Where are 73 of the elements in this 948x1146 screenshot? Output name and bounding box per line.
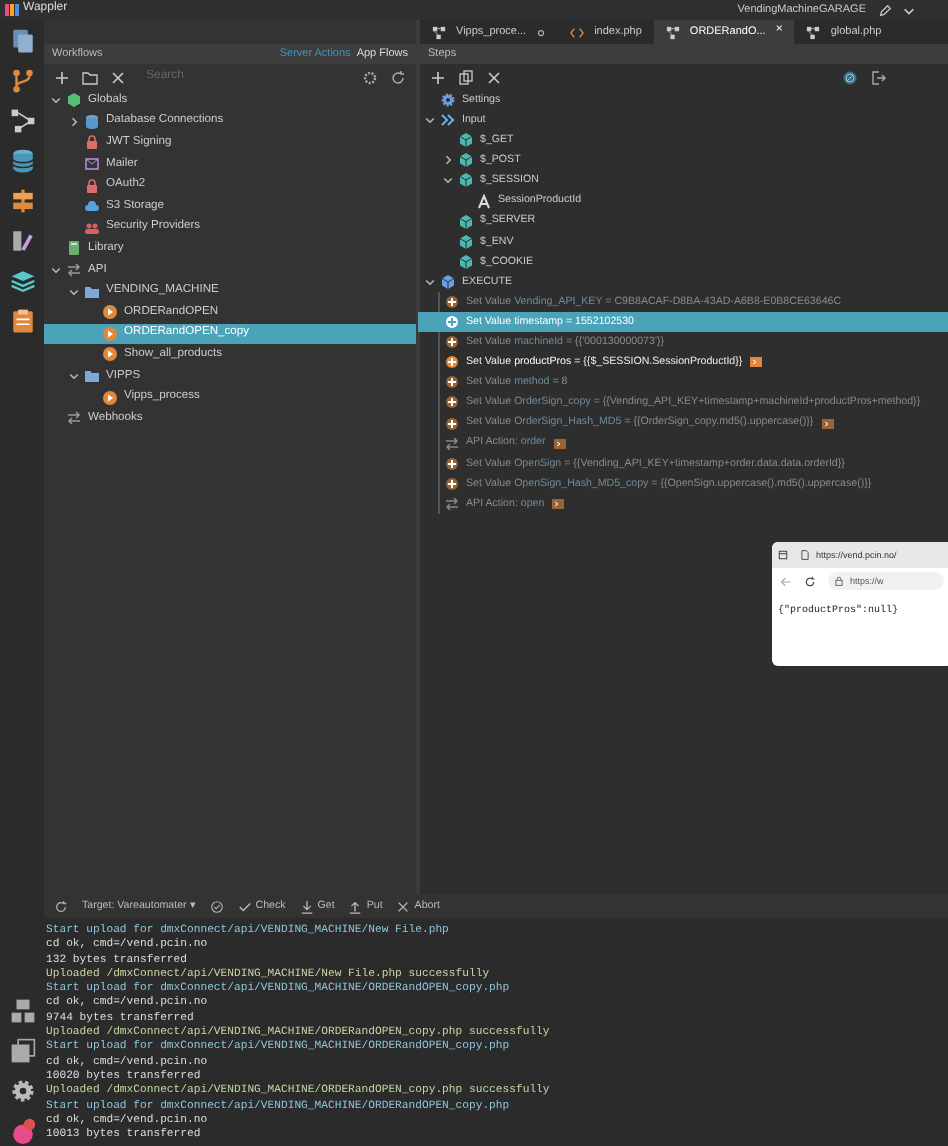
tab-icon	[778, 550, 788, 560]
mail-icon	[84, 156, 100, 173]
files-icon[interactable]	[9, 28, 35, 54]
chevron-down-icon[interactable]	[68, 370, 80, 383]
chevron-right-icon[interactable]	[68, 115, 80, 128]
close-icon[interactable]	[110, 69, 126, 85]
database-icon[interactable]	[9, 148, 35, 174]
add-icon[interactable]	[430, 69, 446, 85]
chevron-down-icon[interactable]	[442, 174, 454, 187]
play-icon	[102, 304, 118, 321]
folder-icon	[84, 283, 100, 300]
cloud-icon	[84, 198, 100, 215]
cube-icon	[458, 152, 474, 169]
signpost-icon[interactable]	[9, 188, 35, 214]
add-icon[interactable]	[54, 69, 70, 85]
lock-icon	[834, 576, 844, 586]
flow-icon	[665, 25, 680, 39]
image-stack-icon[interactable]	[9, 1038, 35, 1064]
arrows-icon	[444, 435, 460, 452]
check-circle-icon[interactable]	[209, 899, 224, 913]
users-icon	[84, 219, 100, 236]
database-icon	[84, 113, 100, 130]
chevron-down-icon[interactable]	[68, 285, 80, 298]
arrows-icon	[444, 495, 460, 512]
cube-icon	[440, 273, 456, 290]
disable-icon[interactable]	[842, 69, 858, 85]
folder-icon	[84, 368, 100, 385]
branch-icon[interactable]	[9, 68, 35, 94]
upload-icon	[348, 899, 363, 913]
cube-icon	[458, 233, 474, 250]
app-icon[interactable]	[9, 1118, 35, 1144]
chevron-down-icon[interactable]	[902, 3, 916, 17]
play-icon	[102, 325, 118, 342]
flow-icon	[432, 25, 446, 39]
copy-icon[interactable]	[458, 69, 474, 85]
arrows-icon	[66, 262, 82, 279]
play-icon	[102, 346, 118, 363]
book-icon	[66, 240, 82, 257]
chevron-right-icon[interactable]	[442, 154, 454, 167]
play-icon	[102, 389, 118, 406]
page-icon	[800, 550, 810, 560]
flow-icon	[806, 25, 821, 39]
letter-icon	[476, 193, 492, 210]
exit-icon[interactable]	[870, 69, 886, 85]
flow-icon[interactable]	[9, 108, 35, 134]
cube-icon	[458, 172, 474, 189]
reload-icon[interactable]	[804, 575, 816, 587]
chevron-down-icon[interactable]	[50, 94, 62, 107]
boxes-icon[interactable]	[9, 998, 35, 1024]
logo-icon	[4, 2, 20, 18]
chevron-down-icon[interactable]	[424, 114, 436, 127]
code-icon	[570, 25, 585, 39]
cube-icon	[458, 253, 474, 270]
refresh-icon[interactable]	[390, 69, 406, 85]
chevrons-icon	[440, 112, 456, 129]
unsaved-dot-icon	[536, 27, 547, 37]
close-icon	[396, 899, 411, 913]
chevron-down-icon[interactable]	[50, 264, 62, 277]
arrows-icon	[66, 410, 82, 427]
layers-icon[interactable]	[9, 268, 35, 294]
folder-icon[interactable]	[82, 69, 98, 85]
lock-icon	[84, 134, 100, 151]
cube-icon	[458, 132, 474, 149]
download-icon	[299, 899, 314, 913]
chevron-down-icon[interactable]	[424, 275, 436, 288]
clipboard-icon[interactable]	[9, 308, 35, 334]
cube-icon	[66, 92, 82, 109]
pencil-icon	[878, 3, 892, 17]
refresh-icon[interactable]	[54, 899, 68, 913]
cube-icon	[458, 213, 474, 230]
check-icon	[237, 899, 252, 913]
close-icon[interactable]	[486, 69, 502, 85]
lock-icon	[84, 177, 100, 194]
